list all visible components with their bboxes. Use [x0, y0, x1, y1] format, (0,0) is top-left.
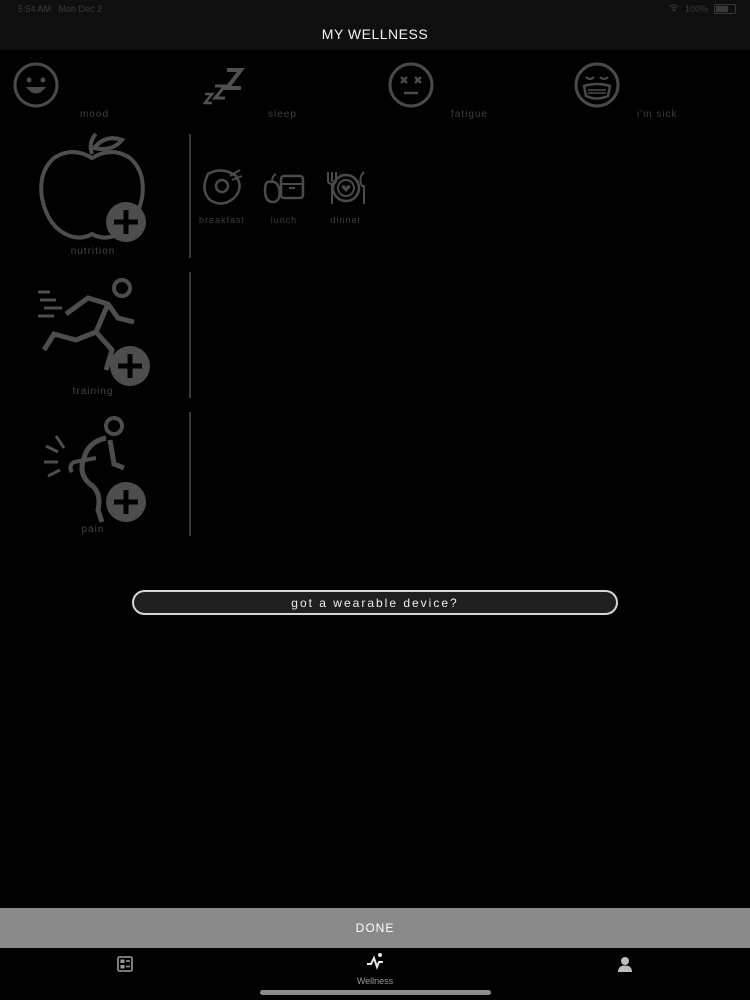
sleep-zzz-icon — [202, 66, 249, 111]
meal-lunch[interactable]: lunch — [254, 168, 314, 225]
dinner-plate-icon — [322, 171, 370, 212]
battery-percent: 100% — [684, 4, 708, 14]
smile-face-icon — [13, 62, 59, 113]
lunchbox-icon — [261, 173, 307, 212]
wifi-icon — [669, 4, 679, 14]
tab-dashboard[interactable] — [85, 956, 165, 992]
pain-label: pain — [81, 524, 105, 535]
page-title: MY WELLNESS — [321, 26, 429, 42]
tab-wellness[interactable]: Wellness — [335, 952, 415, 988]
status-time: 5:54 AM — [18, 4, 52, 14]
mood-label: mood — [80, 109, 110, 120]
page-title-bar: MY WELLNESS — [0, 18, 750, 50]
section-divider — [189, 272, 191, 398]
fatigue-button[interactable]: fatigue — [374, 62, 561, 122]
tired-face-icon — [388, 62, 434, 113]
profile-icon — [617, 957, 633, 976]
breakfast-label: breakfast — [198, 215, 246, 225]
breakfast-egg-icon — [200, 169, 244, 212]
mask-face-icon — [574, 62, 620, 113]
done-label: DONE — [355, 921, 395, 935]
nutrition-label: nutrition — [70, 246, 116, 257]
status-date: Mon Dec 2 — [58, 4, 103, 14]
meal-breakfast[interactable]: breakfast — [192, 168, 252, 225]
sick-button[interactable]: i'm sick — [561, 62, 748, 122]
done-button[interactable]: DONE — [0, 908, 750, 948]
dinner-label: dinner — [330, 215, 362, 225]
tab-wellness-label: Wellness — [356, 976, 394, 986]
section-divider — [189, 134, 191, 258]
meal-dinner[interactable]: dinner — [316, 168, 376, 225]
lunch-label: lunch — [270, 215, 298, 225]
runner-add-icon[interactable] — [36, 274, 152, 391]
apple-add-icon[interactable] — [30, 132, 152, 249]
quick-status-row: mood sleep fatigue i'm sick — [0, 62, 750, 122]
sick-label: i'm sick — [637, 109, 678, 120]
tab-profile[interactable] — [585, 956, 665, 992]
training-label: training — [72, 386, 114, 397]
status-bar: 5:54 AM Mon Dec 2 100% — [0, 0, 750, 18]
pain-section: pain — [0, 412, 750, 536]
home-indicator — [260, 990, 491, 995]
wellness-pulse-icon — [366, 953, 384, 974]
training-section: training — [0, 272, 750, 398]
fatigue-label: fatigue — [451, 109, 489, 120]
sleep-label: sleep — [268, 109, 297, 120]
sleep-button[interactable]: sleep — [187, 62, 374, 122]
pain-body-add-icon[interactable] — [44, 414, 154, 531]
nutrition-section: nutrition breakfast lunch dinner — [0, 132, 750, 258]
wearable-device-button[interactable]: got a wearable device? — [132, 590, 618, 615]
mood-button[interactable]: mood — [0, 62, 187, 122]
battery-icon — [714, 4, 736, 14]
section-divider — [189, 412, 191, 536]
dashboard-icon — [117, 956, 133, 976]
